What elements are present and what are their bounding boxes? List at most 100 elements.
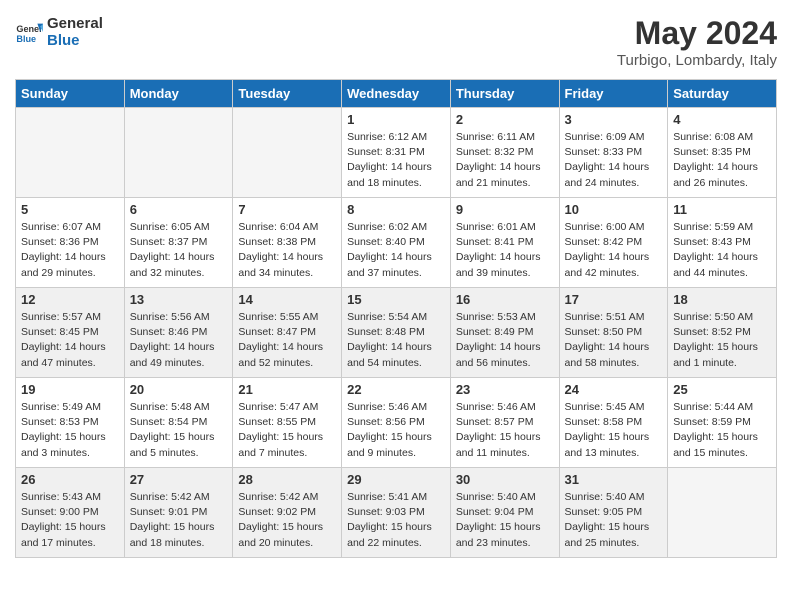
day-info: Sunrise: 5:53 AMSunset: 8:49 PMDaylight:… — [456, 310, 554, 371]
day-number: 18 — [673, 292, 771, 307]
day-number: 12 — [21, 292, 119, 307]
day-info: Sunrise: 5:45 AMSunset: 8:58 PMDaylight:… — [565, 400, 663, 461]
day-number: 25 — [673, 382, 771, 397]
calendar-cell: 5Sunrise: 6:07 AMSunset: 8:36 PMDaylight… — [16, 198, 125, 288]
day-number: 30 — [456, 472, 554, 487]
calendar-cell: 2 Sunrise: 6:11 AMSunset: 8:32 PMDaylight… — [450, 108, 559, 198]
day-info: Sunrise: 6:07 AMSunset: 8:36 PMDaylight:… — [21, 220, 119, 281]
calendar-cell: 20 Sunrise: 5:48 AMSunset: 8:54 PMDayligh… — [124, 378, 233, 468]
calendar-cell: 21 Sunrise: 5:47 AMSunset: 8:55 PMDayligh… — [233, 378, 342, 468]
calendar-cell: 10 Sunrise: 6:00 AMSunset: 8:42 PMDayligh… — [559, 198, 668, 288]
weekday-header-row: SundayMondayTuesdayWednesdayThursdayFrid… — [16, 80, 777, 108]
day-number: 31 — [565, 472, 663, 487]
calendar-week-4: 19 Sunrise: 5:49 AMSunset: 8:53 PMDayligh… — [16, 378, 777, 468]
logo-blue: Blue — [47, 32, 103, 49]
svg-text:Blue: Blue — [16, 34, 36, 44]
calendar-cell: 27 Sunrise: 5:42 AMSunset: 9:01 PMDayligh… — [124, 468, 233, 558]
title-block: May 2024 Turbigo, Lombardy, Italy — [617, 15, 777, 69]
day-number: 27 — [130, 472, 228, 487]
calendar-cell: 19 Sunrise: 5:49 AMSunset: 8:53 PMDayligh… — [16, 378, 125, 468]
weekday-header-tuesday: Tuesday — [233, 80, 342, 108]
day-info: Sunrise: 5:43 AMSunset: 9:00 PMDaylight:… — [21, 490, 119, 551]
day-info: Sunrise: 6:05 AMSunset: 8:37 PMDaylight:… — [130, 220, 228, 281]
calendar-cell: 7 Sunrise: 6:04 AMSunset: 8:38 PMDaylight… — [233, 198, 342, 288]
day-number: 22 — [347, 382, 445, 397]
calendar-cell: 18 Sunrise: 5:50 AMSunset: 8:52 PMDayligh… — [668, 288, 777, 378]
day-info: Sunrise: 6:01 AMSunset: 8:41 PMDaylight:… — [456, 220, 554, 281]
calendar-cell: 28Sunrise: 5:42 AMSunset: 9:02 PMDayligh… — [233, 468, 342, 558]
day-info: Sunrise: 6:11 AMSunset: 8:32 PMDaylight:… — [456, 130, 554, 191]
day-info: Sunrise: 5:49 AMSunset: 8:53 PMDaylight:… — [21, 400, 119, 461]
day-info: Sunrise: 5:47 AMSunset: 8:55 PMDaylight:… — [238, 400, 336, 461]
calendar-cell: 14 Sunrise: 5:55 AMSunset: 8:47 PMDayligh… — [233, 288, 342, 378]
day-info: Sunrise: 5:59 AMSunset: 8:43 PMDaylight:… — [673, 220, 771, 281]
day-info: Sunrise: 6:12 AMSunset: 8:31 PMDaylight:… — [347, 130, 445, 191]
calendar-week-3: 12 Sunrise: 5:57 AMSunset: 8:45 PMDayligh… — [16, 288, 777, 378]
day-info: Sunrise: 5:40 AMSunset: 9:04 PMDaylight:… — [456, 490, 554, 551]
day-number: 17 — [565, 292, 663, 307]
day-number: 15 — [347, 292, 445, 307]
day-number: 4 — [673, 112, 771, 127]
day-number: 6 — [130, 202, 228, 217]
day-number: 14 — [238, 292, 336, 307]
day-number: 10 — [565, 202, 663, 217]
day-number: 8 — [347, 202, 445, 217]
calendar-cell: 15 Sunrise: 5:54 AMSunset: 8:48 PMDayligh… — [342, 288, 451, 378]
day-number: 9 — [456, 202, 554, 217]
day-info: Sunrise: 5:56 AMSunset: 8:46 PMDaylight:… — [130, 310, 228, 371]
day-number: 29 — [347, 472, 445, 487]
day-number: 16 — [456, 292, 554, 307]
day-info: Sunrise: 6:00 AMSunset: 8:42 PMDaylight:… — [565, 220, 663, 281]
day-info: Sunrise: 5:41 AMSunset: 9:03 PMDaylight:… — [347, 490, 445, 551]
calendar-cell: 24Sunrise: 5:45 AMSunset: 8:58 PMDayligh… — [559, 378, 668, 468]
calendar-cell: 1 Sunrise: 6:12 AMSunset: 8:31 PMDaylight… — [342, 108, 451, 198]
calendar-cell — [16, 108, 125, 198]
logo-icon: General Blue — [15, 18, 43, 46]
calendar-cell: 6 Sunrise: 6:05 AMSunset: 8:37 PMDaylight… — [124, 198, 233, 288]
day-info: Sunrise: 5:42 AMSunset: 9:02 PMDaylight:… — [238, 490, 336, 551]
day-number: 19 — [21, 382, 119, 397]
day-number: 13 — [130, 292, 228, 307]
day-number: 2 — [456, 112, 554, 127]
calendar-week-2: 5Sunrise: 6:07 AMSunset: 8:36 PMDaylight… — [16, 198, 777, 288]
month-title: May 2024 — [617, 15, 777, 52]
day-info: Sunrise: 5:57 AMSunset: 8:45 PMDaylight:… — [21, 310, 119, 371]
day-number: 3 — [565, 112, 663, 127]
calendar-cell: 9 Sunrise: 6:01 AMSunset: 8:41 PMDaylight… — [450, 198, 559, 288]
calendar-table: SundayMondayTuesdayWednesdayThursdayFrid… — [15, 79, 777, 558]
day-info: Sunrise: 5:42 AMSunset: 9:01 PMDaylight:… — [130, 490, 228, 551]
calendar-cell — [233, 108, 342, 198]
day-number: 7 — [238, 202, 336, 217]
day-number: 21 — [238, 382, 336, 397]
logo: General Blue General Blue — [15, 15, 103, 49]
calendar-cell: 26 Sunrise: 5:43 AMSunset: 9:00 PMDayligh… — [16, 468, 125, 558]
calendar-cell: 30 Sunrise: 5:40 AMSunset: 9:04 PMDayligh… — [450, 468, 559, 558]
day-number: 23 — [456, 382, 554, 397]
calendar-week-1: 1 Sunrise: 6:12 AMSunset: 8:31 PMDaylight… — [16, 108, 777, 198]
weekday-header-sunday: Sunday — [16, 80, 125, 108]
day-info: Sunrise: 5:51 AMSunset: 8:50 PMDaylight:… — [565, 310, 663, 371]
day-info: Sunrise: 6:04 AMSunset: 8:38 PMDaylight:… — [238, 220, 336, 281]
calendar-cell: 12 Sunrise: 5:57 AMSunset: 8:45 PMDayligh… — [16, 288, 125, 378]
day-info: Sunrise: 5:54 AMSunset: 8:48 PMDaylight:… — [347, 310, 445, 371]
weekday-header-saturday: Saturday — [668, 80, 777, 108]
day-number: 26 — [21, 472, 119, 487]
day-number: 1 — [347, 112, 445, 127]
calendar-cell: 23Sunrise: 5:46 AMSunset: 8:57 PMDayligh… — [450, 378, 559, 468]
day-info: Sunrise: 5:55 AMSunset: 8:47 PMDaylight:… — [238, 310, 336, 371]
day-number: 20 — [130, 382, 228, 397]
day-info: Sunrise: 6:02 AMSunset: 8:40 PMDaylight:… — [347, 220, 445, 281]
calendar-cell — [668, 468, 777, 558]
weekday-header-monday: Monday — [124, 80, 233, 108]
day-number: 11 — [673, 202, 771, 217]
day-info: Sunrise: 5:48 AMSunset: 8:54 PMDaylight:… — [130, 400, 228, 461]
calendar-cell: 31Sunrise: 5:40 AMSunset: 9:05 PMDayligh… — [559, 468, 668, 558]
calendar-cell: 8 Sunrise: 6:02 AMSunset: 8:40 PMDaylight… — [342, 198, 451, 288]
calendar-cell: 17 Sunrise: 5:51 AMSunset: 8:50 PMDayligh… — [559, 288, 668, 378]
location: Turbigo, Lombardy, Italy — [617, 52, 777, 69]
calendar-cell — [124, 108, 233, 198]
calendar-week-5: 26 Sunrise: 5:43 AMSunset: 9:00 PMDayligh… — [16, 468, 777, 558]
day-info: Sunrise: 5:50 AMSunset: 8:52 PMDaylight:… — [673, 310, 771, 371]
calendar-cell: 11 Sunrise: 5:59 AMSunset: 8:43 PMDayligh… — [668, 198, 777, 288]
day-info: Sunrise: 5:46 AMSunset: 8:56 PMDaylight:… — [347, 400, 445, 461]
